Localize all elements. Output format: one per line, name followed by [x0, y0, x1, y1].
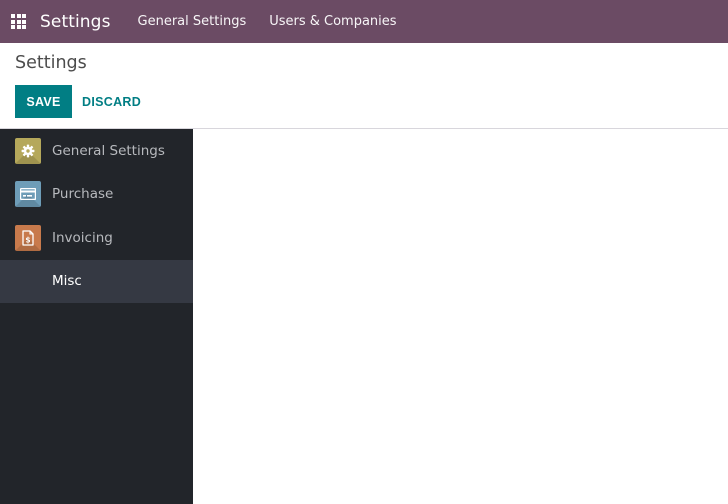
gear-icon: [15, 137, 41, 164]
settings-sidebar: General Settings Purchase $ Invoicing Mi…: [0, 129, 193, 504]
top-navbar: Settings General Settings Users & Compan…: [0, 0, 728, 43]
discard-button[interactable]: DISCARD: [82, 85, 141, 118]
apps-menu-icon[interactable]: [11, 14, 26, 29]
sidebar-item-label: Invoicing: [52, 229, 113, 246]
credit-card-icon: [15, 181, 41, 208]
sidebar-item-label: General Settings: [52, 142, 165, 159]
invoice-dollar-icon: $: [15, 224, 41, 251]
nav-general-settings[interactable]: General Settings: [138, 14, 247, 29]
app-brand[interactable]: Settings: [40, 12, 111, 32]
sidebar-item-general-settings[interactable]: General Settings: [0, 129, 193, 173]
breadcrumb: Settings: [15, 53, 87, 73]
sidebar-item-label: Purchase: [52, 186, 114, 203]
control-panel: Settings SAVE DISCARD: [0, 43, 728, 129]
sidebar-item-label: Misc: [52, 273, 82, 290]
svg-text:$: $: [25, 235, 30, 244]
sidebar-item-misc[interactable]: Misc: [0, 259, 193, 303]
settings-content: [193, 129, 728, 504]
sidebar-item-purchase[interactable]: Purchase: [0, 173, 193, 217]
sidebar-item-invoicing[interactable]: $ Invoicing: [0, 216, 193, 260]
save-button[interactable]: SAVE: [15, 85, 72, 118]
nav-users-companies[interactable]: Users & Companies: [269, 14, 396, 29]
